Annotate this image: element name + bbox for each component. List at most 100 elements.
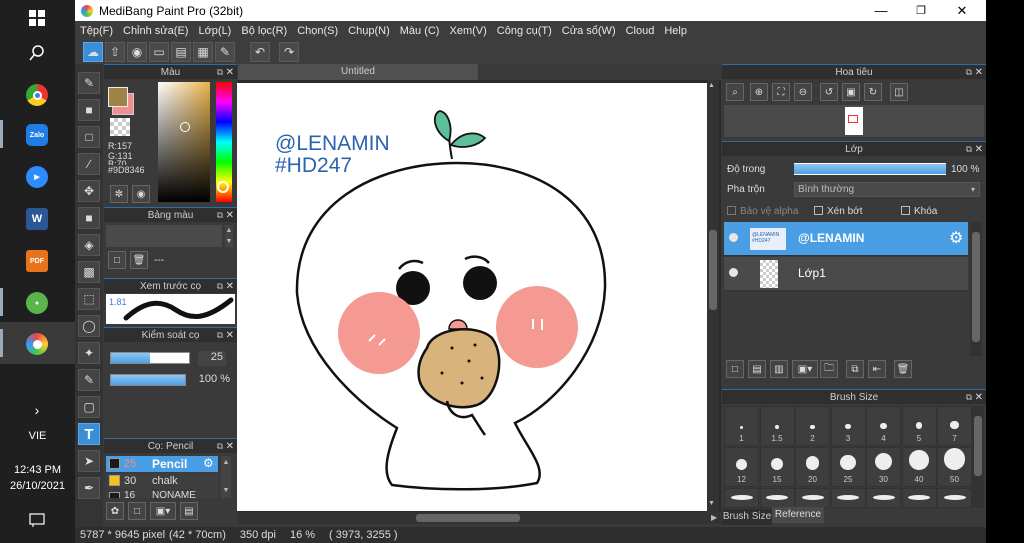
- gear-icon[interactable]: ⚙: [203, 456, 214, 470]
- vertical-scroll-thumb[interactable]: [709, 230, 717, 310]
- share-icon[interactable]: ⇧: [105, 42, 125, 62]
- tab-reference[interactable]: Reference: [772, 507, 824, 523]
- duplicate-layer-icon[interactable]: ⧉: [846, 360, 864, 378]
- menu-layer[interactable]: Lớp(L): [198, 25, 231, 37]
- canvas-horizontal-scrollbar[interactable]: ▶: [238, 512, 721, 524]
- layer-opacity-slider[interactable]: [794, 163, 946, 175]
- gear-icon[interactable]: ⚙: [949, 228, 963, 248]
- brush-item-chalk[interactable]: 30 chalk: [106, 473, 218, 489]
- clock-time[interactable]: 12:43 PM: [0, 464, 75, 476]
- close-icon[interactable]: ✕: [226, 208, 234, 223]
- medibang-app-icon[interactable]: [22, 329, 52, 359]
- brush-size-cell[interactable]: 40: [901, 447, 937, 487]
- document-tab[interactable]: Untitled: [238, 64, 478, 80]
- gradient-tool-icon[interactable]: ▩: [78, 261, 100, 283]
- flip-icon[interactable]: ◫: [890, 83, 908, 101]
- select-rect-tool-icon[interactable]: ⬚: [78, 288, 100, 310]
- brush-size-cell[interactable]: 15: [759, 447, 795, 487]
- rect-tool-icon[interactable]: □: [78, 126, 100, 148]
- edit-page-icon[interactable]: ✎: [215, 42, 235, 62]
- brush-size-cell[interactable]: 12: [724, 447, 759, 487]
- color-mode-icon[interactable]: ◉: [132, 185, 150, 203]
- clock-date[interactable]: 26/10/2021: [0, 480, 75, 492]
- dock-icon[interactable]: ⧉: [217, 328, 223, 343]
- lock-checkbox[interactable]: Khóa: [901, 206, 937, 217]
- brush-menu-icon[interactable]: ▣▾: [150, 502, 176, 520]
- rotate-left-icon[interactable]: ↺: [820, 83, 838, 101]
- alpha-lock-checkbox[interactable]: Bảo vệ alpha: [727, 206, 798, 217]
- menu-edit[interactable]: Chỉnh sửa(E): [123, 25, 188, 37]
- dot-tool-icon[interactable]: ∕: [78, 153, 100, 175]
- fit-window-icon[interactable]: ⛶: [772, 83, 790, 101]
- zalo-icon[interactable]: Zalo: [22, 120, 52, 150]
- new-1bit-layer-icon[interactable]: ▥: [770, 360, 788, 378]
- dock-icon[interactable]: ⧉: [217, 439, 223, 454]
- new-halftone-layer-icon[interactable]: ▤: [748, 360, 766, 378]
- drawing-canvas[interactable]: @LENAMIN #HD247: [237, 83, 707, 511]
- brush-size-cell[interactable]: 7: [937, 406, 972, 446]
- menu-file[interactable]: Tệp(F): [80, 25, 113, 37]
- brush-size-cell[interactable]: 30: [866, 447, 901, 487]
- layer-row-lenamin[interactable]: @LENAMIN #HD247 @LENAMIN ⚙: [724, 222, 968, 256]
- brush-tool-icon[interactable]: ✎: [78, 72, 100, 94]
- brush-size-cell[interactable]: [937, 488, 972, 508]
- menu-filter[interactable]: Bộ lọc(R): [241, 25, 287, 37]
- rotate-right-icon[interactable]: ↻: [864, 83, 882, 101]
- blend-mode-select[interactable]: Bình thường ▾: [794, 182, 980, 197]
- add-brush-icon[interactable]: ✿: [106, 502, 124, 520]
- undo-icon[interactable]: ↶: [250, 42, 270, 62]
- bucket-tool-icon[interactable]: ◈: [78, 234, 100, 256]
- zoom-out-icon[interactable]: ⊖: [794, 83, 812, 101]
- horizontal-scroll-thumb[interactable]: [416, 514, 520, 522]
- close-icon[interactable]: ✕: [226, 65, 234, 80]
- page-icon[interactable]: ▭: [149, 42, 169, 62]
- zoom-in-icon[interactable]: ⊕: [750, 83, 768, 101]
- brush-size-cell[interactable]: 25: [830, 447, 866, 487]
- new-layer-icon[interactable]: □: [726, 360, 744, 378]
- brush-item-noname[interactable]: 16 NONAME: [106, 490, 218, 498]
- brush-opacity-slider[interactable]: [110, 374, 186, 386]
- navigator-preview[interactable]: [724, 105, 984, 137]
- eraser-tool-icon[interactable]: ■: [78, 99, 100, 121]
- menu-tools[interactable]: Công cụ(T): [497, 25, 552, 37]
- navigator-viewport[interactable]: [848, 115, 858, 123]
- windows-logo-icon[interactable]: [22, 3, 52, 33]
- brush-size-cell[interactable]: [866, 488, 901, 508]
- menu-help[interactable]: Help: [664, 25, 687, 37]
- zoom-fit-icon[interactable]: ⌕: [726, 83, 744, 101]
- move-tool-icon[interactable]: ✥: [78, 180, 100, 202]
- page-manager-icon[interactable]: ▦: [193, 42, 213, 62]
- brush-size-cell[interactable]: 2: [795, 406, 830, 446]
- select-eraser-tool-icon[interactable]: ▢: [78, 396, 100, 418]
- chrome-icon[interactable]: [22, 80, 52, 110]
- brush-size-cell[interactable]: 1: [724, 406, 759, 446]
- menu-view[interactable]: Xem(V): [449, 25, 486, 37]
- brush-list-scroll[interactable]: ▲ ▼: [221, 456, 231, 498]
- hue-slider-handle[interactable]: [217, 181, 229, 193]
- color-wheel-icon[interactable]: ✼: [110, 185, 128, 203]
- menu-select[interactable]: Chọn(S): [297, 25, 338, 37]
- eye-icon[interactable]: [729, 268, 738, 277]
- canvas-vertical-scrollbar[interactable]: ▲ ▼: [707, 80, 719, 512]
- brush-item-pencil[interactable]: 25 Pencil ⚙: [106, 456, 218, 472]
- scroll-up-icon[interactable]: ▲: [708, 82, 715, 89]
- brush-size-cell[interactable]: 4: [866, 406, 901, 446]
- document-icon[interactable]: ▤: [171, 42, 191, 62]
- menu-cloud[interactable]: Cloud: [626, 25, 655, 37]
- brush-size-cell[interactable]: 5: [901, 406, 937, 446]
- new-brush-icon[interactable]: □: [128, 502, 146, 520]
- language-indicator[interactable]: VIE: [0, 430, 75, 442]
- comment-icon[interactable]: ◉: [127, 42, 147, 62]
- tab-brush-size[interactable]: Brush Size: [722, 509, 772, 525]
- eye-icon[interactable]: [729, 233, 738, 242]
- close-icon[interactable]: ✕: [226, 328, 234, 343]
- brush-size-cell[interactable]: [901, 488, 937, 508]
- brush-opacity-value[interactable]: 100 %: [190, 373, 230, 388]
- brush-size-cell[interactable]: [795, 488, 830, 508]
- select-pen-tool-icon[interactable]: ✎: [78, 369, 100, 391]
- palette-scroll[interactable]: ▲ ▼: [225, 225, 233, 247]
- brush-size-cell[interactable]: [759, 488, 795, 508]
- folder-icon[interactable]: 🗀: [820, 360, 838, 378]
- eyedropper-tool-icon[interactable]: ✒: [78, 477, 100, 499]
- brush-settings-icon[interactable]: ▤: [180, 502, 198, 520]
